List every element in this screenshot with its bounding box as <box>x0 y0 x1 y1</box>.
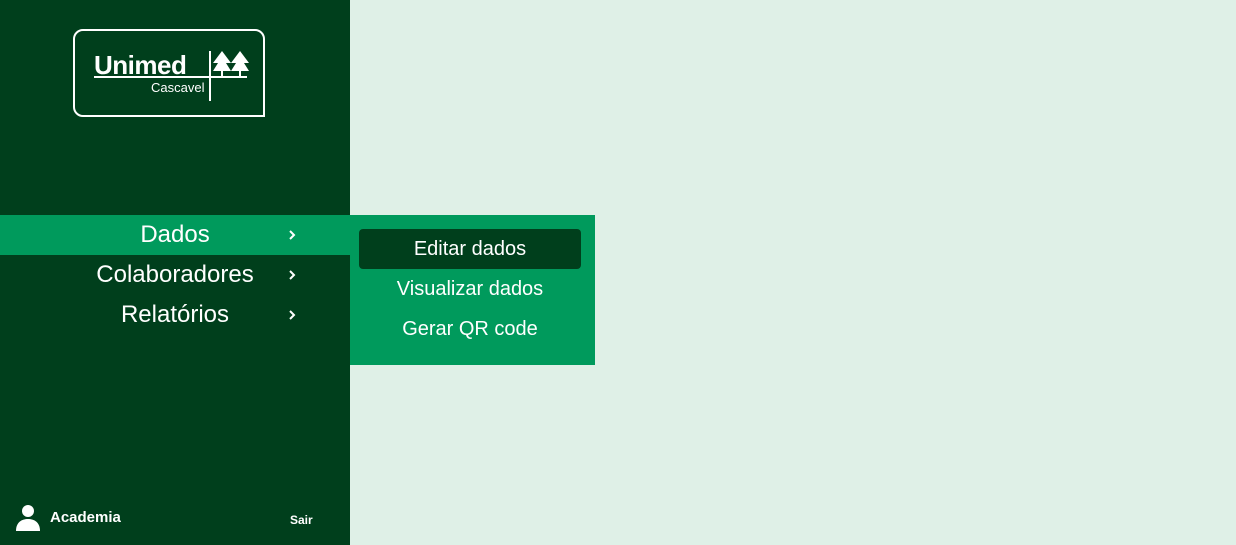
user-info: Academia <box>14 503 121 531</box>
unimed-trees-icon <box>213 51 249 77</box>
menu-item-colaboradores[interactable]: Colaboradores <box>0 255 350 295</box>
sidebar: Unimed Cascavel Dados Colaboradores Rela… <box>0 0 350 545</box>
chevron-right-icon <box>289 310 296 320</box>
menu-item-relatorios[interactable]: Relatórios <box>0 295 350 335</box>
menu-item-dados[interactable]: Dados <box>0 215 350 255</box>
main-content <box>350 0 1236 545</box>
logo-subtitle: Cascavel <box>151 80 205 95</box>
user-name: Academia <box>50 508 121 526</box>
unimed-logo: Unimed Cascavel <box>73 29 265 117</box>
person-icon <box>16 505 40 531</box>
chevron-right-icon <box>289 270 296 280</box>
main-menu: Dados Colaboradores Relatórios <box>0 215 350 335</box>
logout-button[interactable]: Sair <box>290 513 313 527</box>
chevron-right-icon <box>289 230 296 240</box>
